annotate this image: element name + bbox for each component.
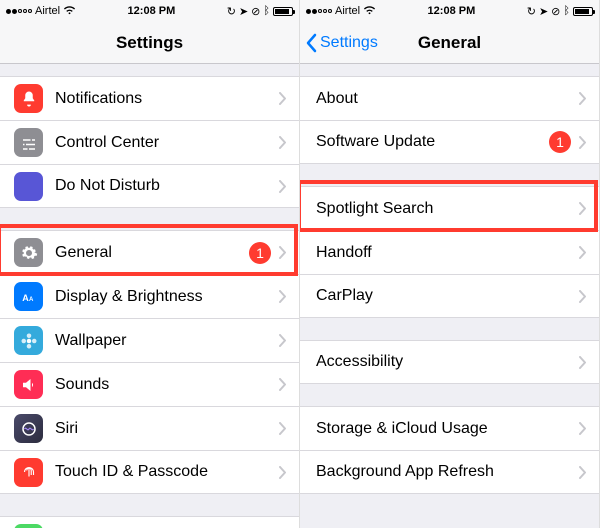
row-wallpaper[interactable]: Wallpaper xyxy=(0,318,299,362)
row-accessibility[interactable]: Accessibility xyxy=(300,340,599,384)
row-label: Touch ID & Passcode xyxy=(55,463,279,481)
badge: 1 xyxy=(249,242,271,264)
bluetooth-icon: ᛒ xyxy=(263,5,270,17)
wifi-icon xyxy=(63,5,76,18)
flower-icon xyxy=(14,326,43,355)
sync-icon: ↻ xyxy=(527,5,536,18)
back-button[interactable]: Settings xyxy=(304,22,378,63)
clock-label: 12:08 PM xyxy=(128,5,176,17)
aA-icon: AA xyxy=(14,282,43,311)
chevron-right-icon xyxy=(279,466,287,479)
general-screen: Airtel 12:08 PM ↻ ➤ ⊘ ᛒ Settings General… xyxy=(300,0,600,528)
row-label: About xyxy=(316,90,579,108)
status-bar: Airtel 12:08 PM ↻ ➤ ⊘ ᛒ xyxy=(0,0,299,22)
fingerprint-icon xyxy=(14,458,43,487)
row-label: Background App Refresh xyxy=(316,463,579,481)
chevron-right-icon xyxy=(579,246,587,259)
alarm-icon: ⊘ xyxy=(551,5,560,18)
moon-icon xyxy=(14,172,43,201)
row-label: Control Center xyxy=(55,134,279,152)
chevron-right-icon xyxy=(279,290,287,303)
chevron-right-icon xyxy=(579,136,587,149)
speaker-icon xyxy=(14,370,43,399)
row-general[interactable]: General1 xyxy=(0,230,299,274)
sync-icon: ↻ xyxy=(227,5,236,18)
row-label: Accessibility xyxy=(316,353,579,371)
status-bar: Airtel 12:08 PM ↻ ➤ ⊘ ᛒ xyxy=(300,0,599,22)
row-controlcenter[interactable]: Control Center xyxy=(0,120,299,164)
nav-bar: Settings General xyxy=(300,22,599,64)
battery-icon xyxy=(573,7,593,16)
row-label: CarPlay xyxy=(316,287,579,305)
badge: 1 xyxy=(549,131,571,153)
sliders-icon xyxy=(14,128,43,157)
row-label: Display & Brightness xyxy=(55,288,279,306)
row-battery[interactable]: Battery xyxy=(0,516,299,528)
chevron-right-icon xyxy=(279,136,287,149)
bluetooth-icon: ᛒ xyxy=(563,5,570,17)
chevron-right-icon xyxy=(579,202,587,215)
carrier-label: Airtel xyxy=(335,5,360,17)
chevron-right-icon xyxy=(279,378,287,391)
row-label: Software Update xyxy=(316,133,549,151)
chevron-right-icon xyxy=(579,290,587,303)
row-label: Handoff xyxy=(316,244,579,262)
svg-text:A: A xyxy=(22,292,29,302)
row-siri[interactable]: Siri xyxy=(0,406,299,450)
nav-bar: Settings xyxy=(0,22,299,64)
row-about[interactable]: About xyxy=(300,76,599,120)
chevron-right-icon xyxy=(579,92,587,105)
carrier-label: Airtel xyxy=(35,5,60,17)
chevron-right-icon xyxy=(579,356,587,369)
row-label: Do Not Disturb xyxy=(55,177,279,195)
wifi-icon xyxy=(363,5,376,18)
location-icon: ➤ xyxy=(239,5,248,18)
row-label: Notifications xyxy=(55,90,279,108)
gear-icon xyxy=(14,238,43,267)
page-title: General xyxy=(418,33,481,53)
signal-dots-icon xyxy=(6,9,32,14)
clock-label: 12:08 PM xyxy=(428,5,476,17)
bell-icon xyxy=(14,84,43,113)
row-label: Sounds xyxy=(55,376,279,394)
svg-text:A: A xyxy=(29,296,34,302)
row-backgroundrefresh[interactable]: Background App Refresh xyxy=(300,450,599,494)
back-label: Settings xyxy=(320,34,378,52)
row-label: Wallpaper xyxy=(55,332,279,350)
row-label: Spotlight Search xyxy=(316,200,579,218)
chevron-right-icon xyxy=(279,246,287,259)
battery-icon xyxy=(14,524,43,528)
signal-dots-icon xyxy=(306,9,332,14)
row-sounds[interactable]: Sounds xyxy=(0,362,299,406)
chevron-right-icon xyxy=(279,422,287,435)
row-carplay[interactable]: CarPlay xyxy=(300,274,599,318)
chevron-right-icon xyxy=(279,180,287,193)
siri-icon xyxy=(14,414,43,443)
row-label: General xyxy=(55,244,249,262)
row-label: Storage & iCloud Usage xyxy=(316,420,579,438)
row-softwareupdate[interactable]: Software Update1 xyxy=(300,120,599,164)
settings-screen: Airtel 12:08 PM ↻ ➤ ⊘ ᛒ Settings Notific… xyxy=(0,0,300,528)
battery-icon xyxy=(273,7,293,16)
settings-list[interactable]: Notifications Control Center Do Not Distur… xyxy=(0,76,299,528)
alarm-icon: ⊘ xyxy=(251,5,260,18)
general-list[interactable]: About Software Update1 Spotlight Search Han… xyxy=(300,76,599,494)
row-spotlight[interactable]: Spotlight Search xyxy=(300,186,599,230)
page-title: Settings xyxy=(116,33,183,53)
row-touchid[interactable]: Touch ID & Passcode xyxy=(0,450,299,494)
chevron-right-icon xyxy=(279,92,287,105)
location-icon: ➤ xyxy=(539,5,548,18)
row-donotdisturb[interactable]: Do Not Disturb xyxy=(0,164,299,208)
row-notifications[interactable]: Notifications xyxy=(0,76,299,120)
chevron-right-icon xyxy=(579,466,587,479)
row-label: Siri xyxy=(55,420,279,438)
row-storage[interactable]: Storage & iCloud Usage xyxy=(300,406,599,450)
row-handoff[interactable]: Handoff xyxy=(300,230,599,274)
chevron-right-icon xyxy=(579,422,587,435)
chevron-right-icon xyxy=(279,334,287,347)
row-display[interactable]: AA Display & Brightness xyxy=(0,274,299,318)
